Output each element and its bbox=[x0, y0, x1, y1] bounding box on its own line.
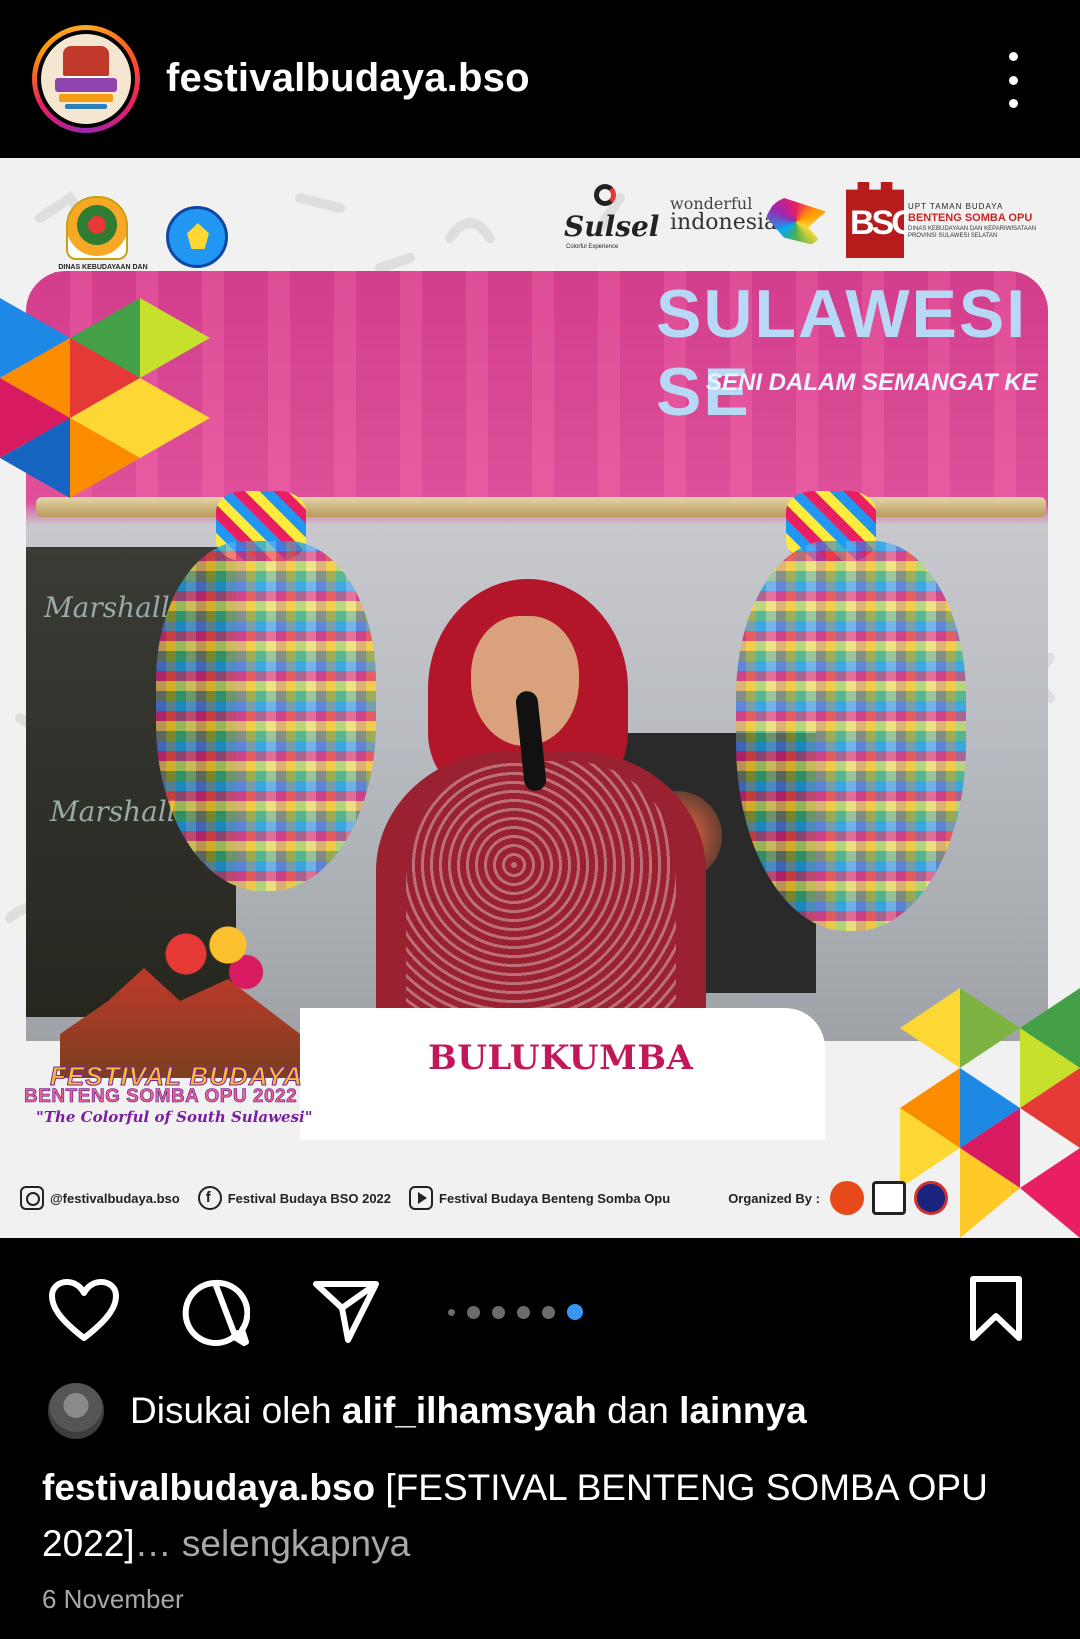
decorative-triangles-left bbox=[0, 298, 210, 498]
profile-avatar[interactable] bbox=[32, 25, 140, 133]
post-date: 6 November bbox=[42, 1584, 184, 1614]
youtube-channel: Festival Budaya Benteng Somba Opu bbox=[439, 1190, 671, 1206]
sulsel-logo: Sulsel Colorful Experience bbox=[556, 184, 659, 254]
carousel-dot bbox=[448, 1308, 455, 1316]
carousel-dot bbox=[467, 1305, 480, 1319]
post-caption: festivalbudaya.bso [FESTIVAL BENTENG SOM… bbox=[42, 1460, 1042, 1572]
organizer-logo-1 bbox=[829, 1181, 864, 1215]
screen-title: SULAWESI SE bbox=[656, 276, 1028, 430]
caption-username[interactable]: festivalbudaya.bso bbox=[42, 1467, 375, 1508]
plaid-bag-left bbox=[156, 541, 376, 891]
likes-summary[interactable]: Disukai oleh alif_ilhamsyah dan lainnya bbox=[48, 1383, 807, 1439]
action-bar bbox=[0, 1238, 1080, 1378]
send-icon[interactable] bbox=[312, 1278, 380, 1344]
facebook-page: Festival Budaya BSO 2022 bbox=[227, 1190, 392, 1206]
facebook-icon bbox=[197, 1186, 222, 1210]
post-header: festivalbudaya.bso bbox=[0, 0, 1080, 158]
organized-by-label: Organized By : bbox=[728, 1190, 820, 1206]
garuda-bird-icon bbox=[766, 196, 826, 248]
organizer-logo-3 bbox=[913, 1181, 948, 1215]
likes-others-link[interactable]: lainnya bbox=[679, 1390, 807, 1431]
organizer-logo-2 bbox=[871, 1181, 906, 1215]
more-options-button[interactable] bbox=[995, 52, 1031, 108]
more-vertical-icon bbox=[1008, 52, 1018, 61]
avatar-image bbox=[41, 34, 131, 124]
plaid-bag-right bbox=[736, 541, 966, 931]
province-emblem-logo bbox=[66, 196, 128, 260]
tut-wuri-handayani-logo bbox=[166, 206, 228, 268]
see-more-link[interactable]: … selengkapnya bbox=[135, 1523, 411, 1564]
screen-subtitle: SENI DALAM SEMANGAT KE bbox=[706, 369, 1038, 396]
instagram-handle: @festivalbudaya.bso bbox=[50, 1190, 180, 1206]
heart-icon[interactable] bbox=[48, 1278, 120, 1344]
carousel-dot bbox=[567, 1304, 583, 1320]
post-image[interactable]: DINAS KEBUDAYAAN DAN KEPARIWISATAAN PROV… bbox=[0, 158, 1080, 1238]
carousel-indicator bbox=[448, 1304, 595, 1320]
festival-logo: FESTIVAL BUDAYA BENTENG SOMBA OPU 2022 "… bbox=[20, 918, 320, 1138]
username[interactable]: festivalbudaya.bso bbox=[166, 56, 530, 101]
social-footer: @festivalbudaya.bso Festival Budaya BSO … bbox=[20, 1181, 1060, 1215]
comment-icon[interactable] bbox=[180, 1278, 250, 1348]
amp-brand-bottom: Marshall bbox=[50, 795, 176, 828]
sulsel-swirl-icon bbox=[594, 184, 616, 206]
bookmark-icon[interactable] bbox=[968, 1274, 1024, 1344]
carousel-dot bbox=[542, 1305, 555, 1319]
region-title: BULUKUMBA bbox=[428, 1038, 694, 1078]
bso-logo: BSO UPT TAMAN BUDAYA BENTENG SOMBA OPU D… bbox=[846, 182, 1046, 262]
youtube-icon bbox=[409, 1186, 434, 1210]
liker-username[interactable]: alif_ilhamsyah bbox=[342, 1390, 597, 1431]
instagram-icon bbox=[20, 1186, 44, 1210]
carousel-dot bbox=[492, 1305, 505, 1319]
amp-brand-top: Marshall bbox=[44, 591, 170, 624]
carousel-dot bbox=[517, 1305, 530, 1319]
liker-avatar[interactable] bbox=[48, 1383, 104, 1439]
wonderful-indonesia-logo: wonderful indonesia bbox=[670, 194, 830, 254]
